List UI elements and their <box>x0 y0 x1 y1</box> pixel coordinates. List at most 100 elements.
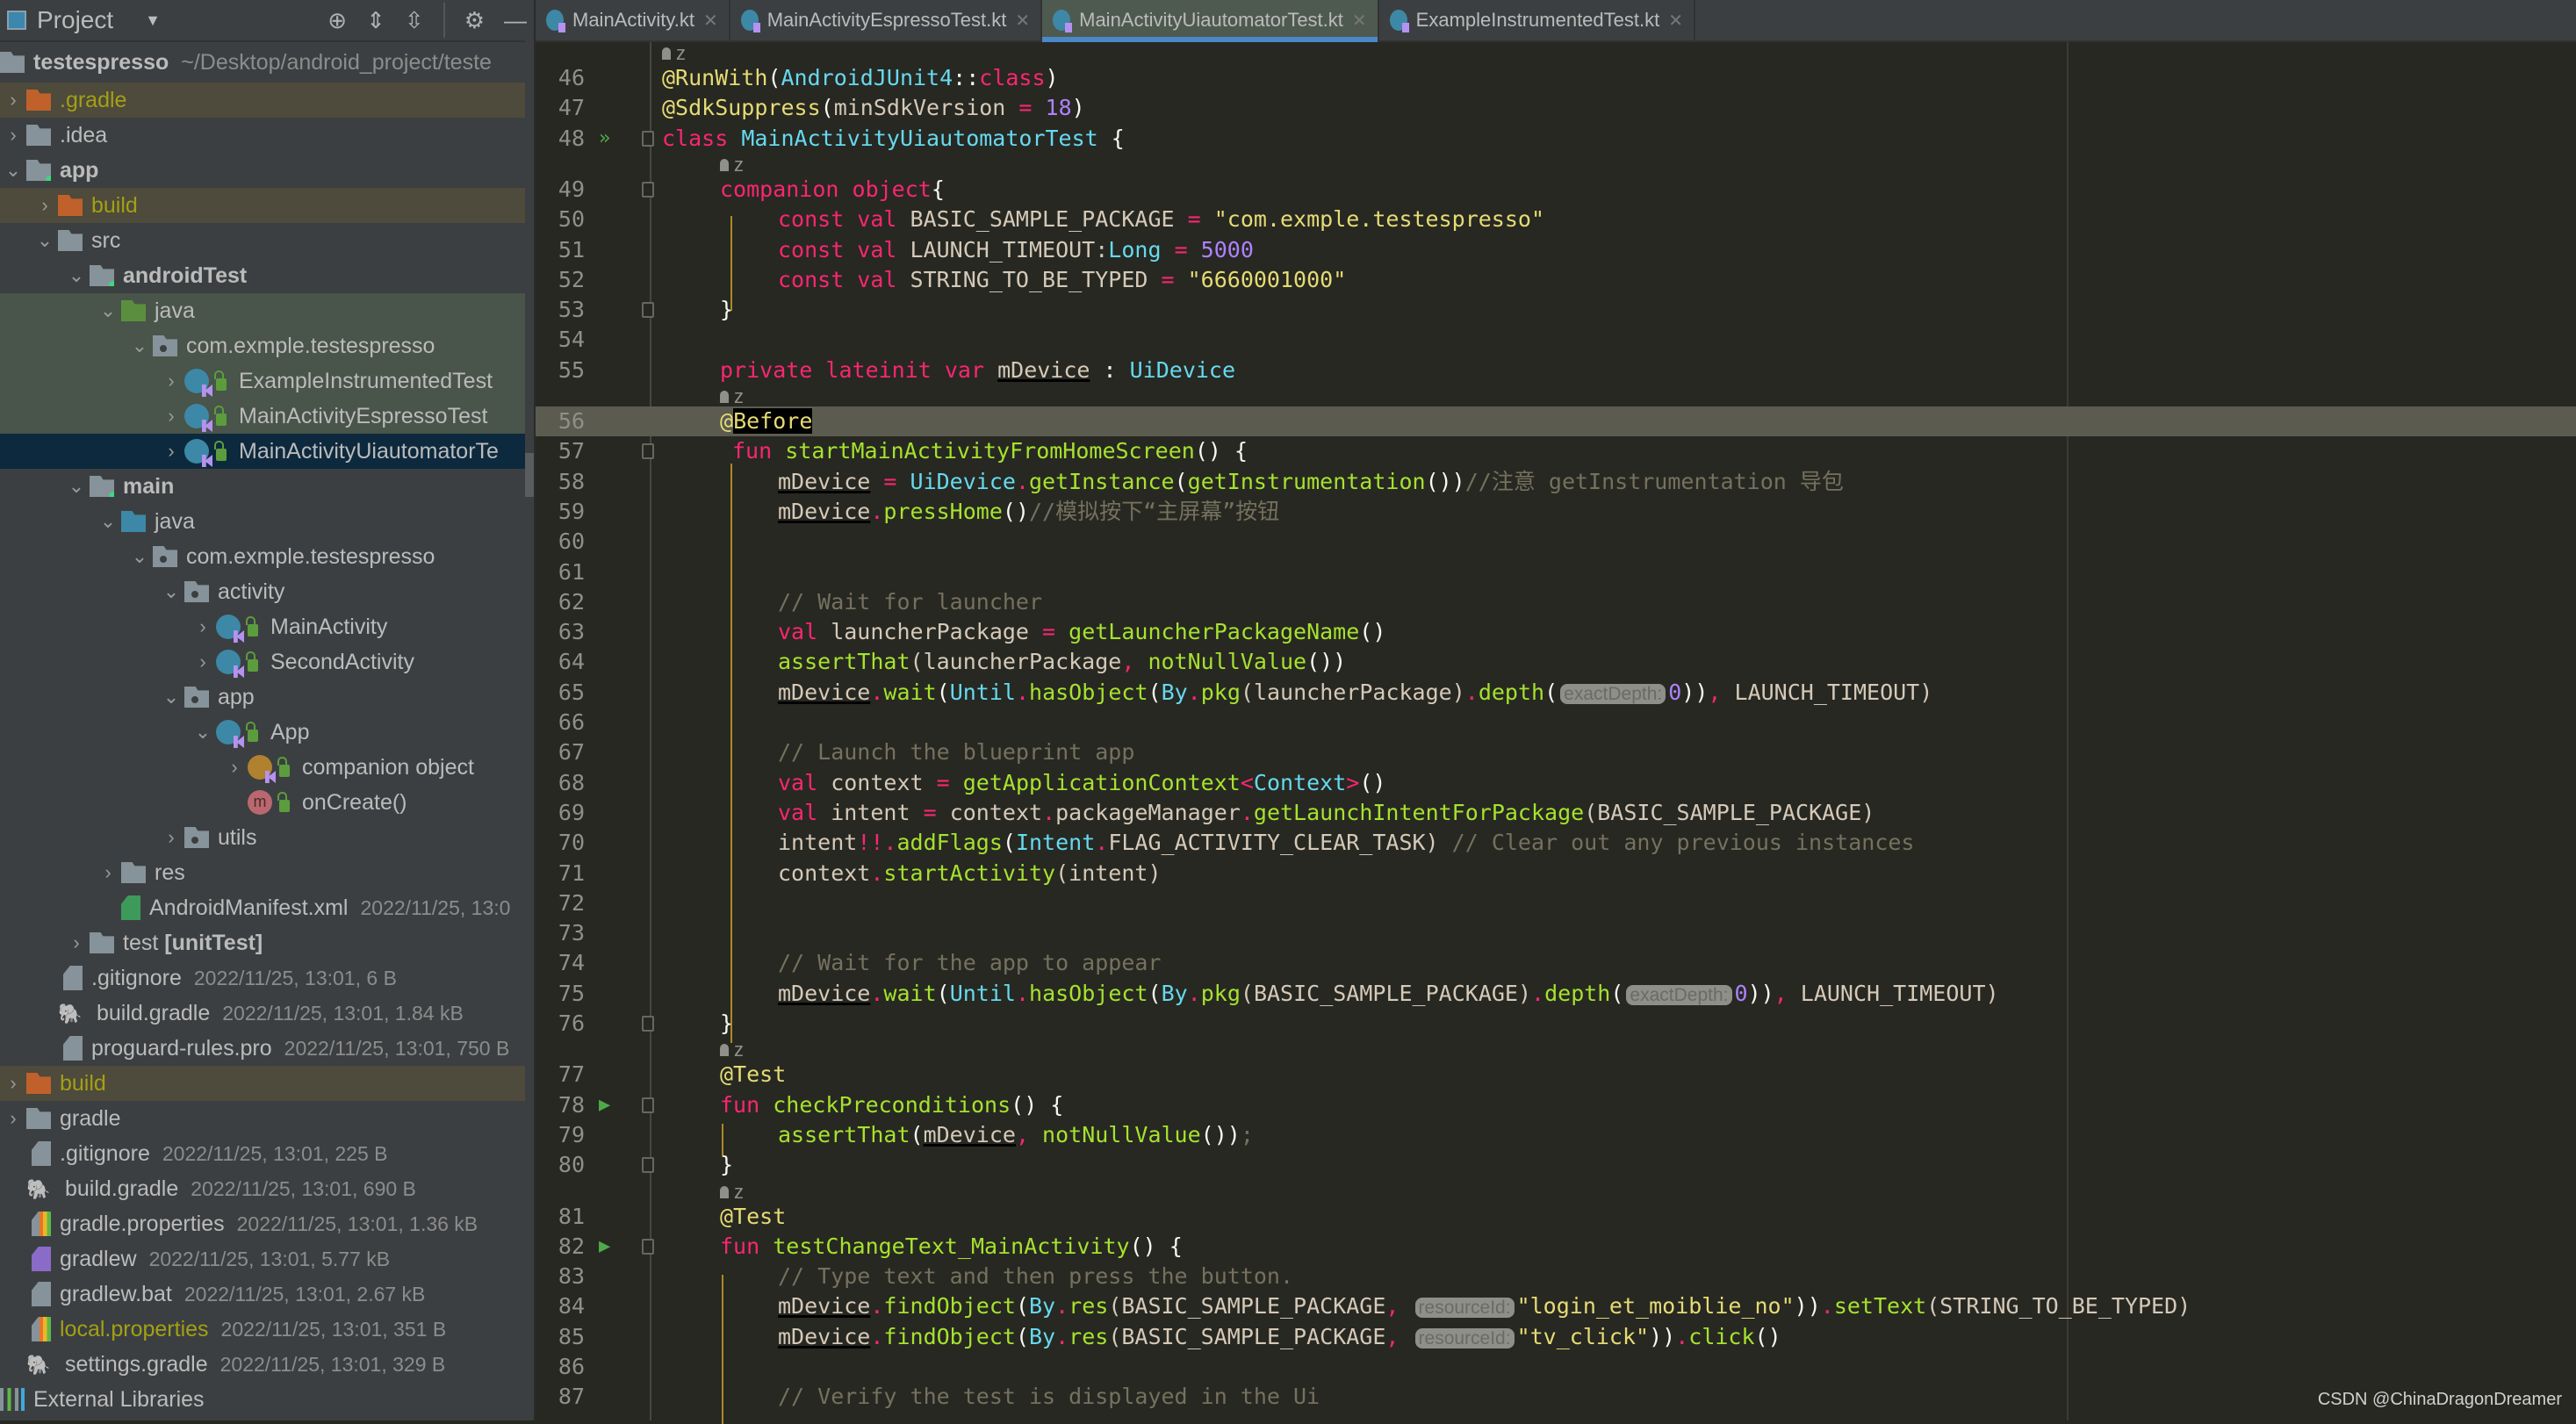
fold-marker-icon[interactable] <box>642 1016 654 1032</box>
code-line[interactable]: 87 // Verify the test is displayed in the… <box>536 1382 2576 1412</box>
tree-item-app-gitignore[interactable]: .gitignore 2022/11/25, 13:01, 6 B <box>0 960 534 996</box>
line-number[interactable]: 74 <box>536 948 585 978</box>
chevron-right-icon[interactable]: › <box>158 370 184 392</box>
line-number[interactable]: 85 <box>536 1322 585 1352</box>
line-number[interactable]: 73 <box>536 918 585 948</box>
chevron-down-icon[interactable]: ⌄ <box>95 299 121 322</box>
chevron-right-icon[interactable]: › <box>190 615 216 638</box>
chevron-right-icon[interactable]: › <box>158 405 184 428</box>
line-number[interactable]: 71 <box>536 859 585 888</box>
tree-item-root-build-gradle[interactable]: 🐘 build.gradle 2022/11/25, 13:01, 690 B <box>0 1171 534 1206</box>
line-number[interactable]: 69 <box>536 798 585 828</box>
tree-item-oncreate[interactable]: ›monCreate() <box>0 785 534 820</box>
close-icon[interactable]: ✕ <box>1015 10 1030 32</box>
tree-item-main[interactable]: ⌄ main <box>0 469 534 504</box>
line-number[interactable]: 80 <box>536 1150 585 1180</box>
line-number[interactable]: 82 <box>536 1232 585 1262</box>
code-line[interactable]: 50 const val BASIC_SAMPLE_PACKAGE = "com.… <box>536 205 2576 234</box>
tree-item-activity-package[interactable]: ⌄ activity <box>0 574 534 609</box>
line-number[interactable]: 53 <box>536 295 585 325</box>
code-author-hint[interactable]: z <box>536 42 2576 65</box>
chevron-right-icon[interactable]: › <box>63 931 90 954</box>
code-line[interactable]: 58 mDevice = UiDevice.getInstance(getInst… <box>536 467 2576 497</box>
tree-item-androidtest-java[interactable]: ⌄ java <box>0 293 534 328</box>
tab-example-instrumented-test[interactable]: ExampleInstrumentedTest.kt ✕ <box>1379 0 1695 40</box>
tree-item-settings-gradle[interactable]: 🐘 settings.gradle 2022/11/25, 13:01, 329 B <box>0 1347 534 1382</box>
code-line[interactable]: 72 <box>536 888 2576 918</box>
line-number[interactable]: 87 <box>536 1382 585 1412</box>
code-line[interactable]: 51 const val LAUNCH_TIMEOUT:Long = 5000 <box>536 235 2576 265</box>
tree-item-app-build-gradle[interactable]: 🐘 build.gradle 2022/11/25, 13:01, 1.84 kB <box>0 996 534 1031</box>
code-line[interactable]: 49 companion object{ <box>536 175 2576 205</box>
code-line[interactable]: 60 <box>536 527 2576 557</box>
code-editor[interactable]: z 46 @RunWith(AndroidJUnit4::class) 47 @SdkS… <box>536 42 2576 1424</box>
line-number[interactable]: 52 <box>536 265 585 295</box>
line-number[interactable]: 46 <box>536 63 585 93</box>
line-number[interactable]: 72 <box>536 888 585 918</box>
line-number[interactable]: 55 <box>536 356 585 385</box>
line-number[interactable]: 83 <box>536 1262 585 1291</box>
tree-item-uiautomator-test[interactable]: › MainActivityUiautomatorTe <box>0 434 534 469</box>
tree-item-manifest[interactable]: ›AndroidManifest.xml2022/11/25, 13:0 <box>0 890 534 925</box>
run-test-icon[interactable]: ▶ <box>599 1090 610 1120</box>
line-number[interactable]: 63 <box>536 617 585 647</box>
fold-marker-icon[interactable] <box>642 1157 654 1174</box>
code-line[interactable]: 65 mDevice.wait(Until.hasObject(By.pkg(la… <box>536 678 2576 708</box>
code-line[interactable]: 70 intent!!.addFlags(Intent.FLAG_ACTIVITY… <box>536 828 2576 858</box>
chevron-right-icon[interactable]: › <box>32 194 58 217</box>
tab-main-activity[interactable]: MainActivity.kt ✕ <box>536 0 730 40</box>
close-icon[interactable]: ✕ <box>1668 10 1683 32</box>
code-line[interactable]: 79 assertThat(mDevice, notNullValue()); <box>536 1120 2576 1150</box>
minimize-icon[interactable]: — <box>504 7 527 34</box>
chevron-down-icon[interactable]: ⌄ <box>63 475 90 498</box>
code-line[interactable]: 82 ▶ fun testChangeText_MainActivity() { <box>536 1232 2576 1262</box>
tree-item-unit-test[interactable]: › test [unitTest] <box>0 925 534 960</box>
close-icon[interactable]: ✕ <box>1352 10 1367 32</box>
code-line[interactable]: 64 assertThat(launcherPackage, notNullVal… <box>536 647 2576 677</box>
fold-marker-icon[interactable] <box>642 1238 654 1255</box>
line-number[interactable]: 66 <box>536 708 585 737</box>
code-line[interactable]: 84 mDevice.findObject(By.res(BASIC_SAMPLE… <box>536 1291 2576 1321</box>
code-line[interactable]: 55 private lateinit var mDevice : UiDevic… <box>536 356 2576 385</box>
code-line[interactable]: 85 mDevice.findObject(By.res(BASIC_SAMPLE… <box>536 1322 2576 1352</box>
tree-item-test-package[interactable]: ⌄ com.exmple.testespresso <box>0 328 534 363</box>
chevron-down-icon[interactable]: ⌄ <box>158 580 184 603</box>
gear-icon[interactable]: ⚙ <box>464 7 485 34</box>
tree-item-app-package[interactable]: ⌄ app <box>0 680 534 715</box>
chevron-down-icon[interactable]: ⌄ <box>32 229 58 252</box>
tree-item-idea[interactable]: › .idea <box>0 118 534 153</box>
close-icon[interactable]: ✕ <box>703 10 718 32</box>
chevron-down-icon[interactable]: ⌄ <box>126 545 153 568</box>
tree-item-gradle[interactable]: › gradle <box>0 1101 534 1136</box>
run-test-icon[interactable]: » <box>599 124 610 154</box>
code-author-hint[interactable]: z <box>536 385 2576 408</box>
code-line[interactable]: 57 fun startMainActivityFromHomeScreen() … <box>536 436 2576 466</box>
code-author-hint[interactable]: z <box>536 154 2576 176</box>
chevron-right-icon[interactable]: › <box>0 1107 26 1130</box>
tree-item-main-java[interactable]: ⌄ java <box>0 504 534 539</box>
collapse-all-icon[interactable]: ⇳ <box>405 7 424 34</box>
tree-item-example-instrumented-test[interactable]: › ExampleInstrumentedTest <box>0 363 534 399</box>
locate-icon[interactable]: ⊕ <box>327 7 347 34</box>
chevron-down-icon[interactable]: ⌄ <box>0 159 26 182</box>
line-number[interactable]: 54 <box>536 325 585 355</box>
code-line[interactable]: 76} <box>536 1009 2576 1039</box>
code-line[interactable]: 86 <box>536 1352 2576 1382</box>
tree-root[interactable]: testespresso ~/Desktop/android_project/t… <box>0 42 534 83</box>
code-line[interactable]: 78 ▶ fun checkPreconditions() { <box>536 1090 2576 1120</box>
sidebar-scrollbar[interactable] <box>525 40 534 1420</box>
project-view-selector[interactable]: Project <box>37 6 113 34</box>
tree-item-app-class[interactable]: ⌄ App <box>0 715 534 750</box>
tree-item-gradle-properties[interactable]: gradle.properties 2022/11/25, 13:01, 1.36… <box>0 1206 534 1241</box>
line-number[interactable]: 56 <box>536 406 585 436</box>
code-line[interactable]: 62 // Wait for launcher <box>536 587 2576 617</box>
code-line[interactable]: 81 @Test <box>536 1202 2576 1232</box>
code-line[interactable]: 68 val context = getApplicationContext<Co… <box>536 768 2576 798</box>
code-line[interactable]: 54 <box>536 325 2576 355</box>
chevron-down-icon[interactable]: ⌄ <box>126 334 153 357</box>
line-number[interactable]: 62 <box>536 587 585 617</box>
code-line[interactable]: 61 <box>536 557 2576 587</box>
code-line[interactable]: 59 mDevice.pressHome()//模拟按下“主屏幕”按钮 <box>536 497 2576 527</box>
code-author-hint[interactable]: z <box>536 1181 2576 1204</box>
line-number[interactable]: 51 <box>536 235 585 265</box>
